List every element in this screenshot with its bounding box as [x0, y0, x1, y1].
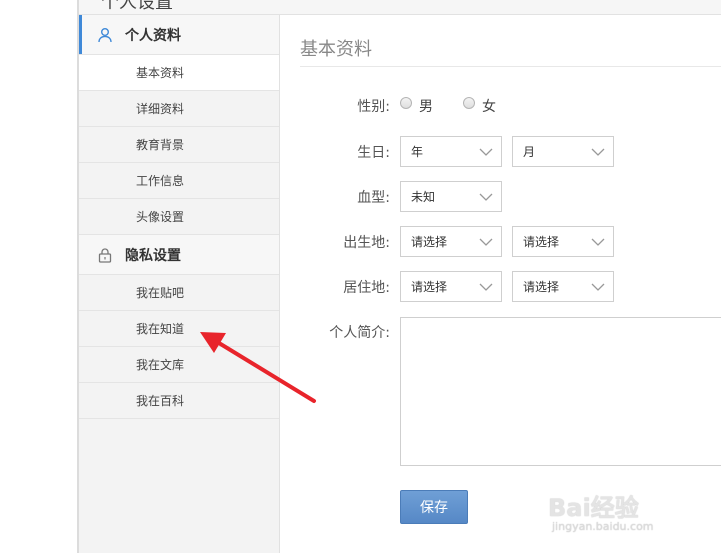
save-button[interactable]: 保存	[400, 490, 468, 524]
birthplace-label: 出生地:	[343, 235, 390, 251]
bio-textarea[interactable]	[400, 317, 721, 466]
sidebar-section-profile[interactable]: 个人资料	[79, 15, 279, 55]
select-value: 月	[523, 145, 536, 159]
select-value: 请选择	[523, 280, 560, 294]
chevron-down-icon	[479, 148, 493, 156]
sidebar-section-privacy[interactable]: 隐私设置	[79, 235, 279, 275]
page: 个人设置 个人资料 基本资料 详细资料 教育背景 工作信息 头像设置 隐私设置 …	[0, 0, 721, 553]
select-value: 请选择	[523, 235, 560, 249]
chevron-down-icon	[479, 238, 493, 246]
sidebar-item-education[interactable]: 教育背景	[79, 127, 279, 163]
sidebar: 个人资料 基本资料 详细资料 教育背景 工作信息 头像设置 隐私设置 我在贴吧 …	[79, 15, 280, 553]
birthday-month-select[interactable]: 月	[512, 136, 614, 167]
lock-icon	[97, 247, 113, 263]
chevron-down-icon	[591, 238, 605, 246]
top-strip: 个人设置	[79, 0, 721, 15]
gender-female-label: 女	[482, 99, 496, 115]
sidebar-item-baike[interactable]: 我在百科	[79, 383, 279, 419]
blood-type-select[interactable]: 未知	[400, 181, 502, 212]
sidebar-item-basic-info[interactable]: 基本资料	[79, 55, 279, 91]
chevron-down-icon	[479, 283, 493, 291]
residence-province-select[interactable]: 请选择	[400, 271, 502, 302]
select-value: 请选择	[411, 280, 448, 294]
select-value: 年	[411, 145, 424, 159]
sidebar-item-work[interactable]: 工作信息	[79, 163, 279, 199]
page-header-title: 个人设置	[101, 0, 173, 13]
title-divider	[300, 66, 721, 67]
watermark-url: jingyan.baidu.com	[552, 520, 654, 533]
watermark-brand: Bai经验	[548, 494, 639, 522]
sidebar-section-label: 隐私设置	[125, 247, 181, 264]
page-title: 基本资料	[300, 39, 372, 60]
main-content: 基本资料 性别: 男 女 生日: 年 月 血型: 未知 出生地: 请选择 请选择	[280, 15, 721, 553]
gender-male-label: 男	[419, 99, 433, 115]
residence-city-select[interactable]: 请选择	[512, 271, 614, 302]
bio-label: 个人简介:	[329, 325, 390, 341]
user-icon	[97, 27, 113, 43]
sidebar-item-zhidao[interactable]: 我在知道	[79, 311, 279, 347]
gender-female-radio[interactable]	[463, 97, 475, 109]
birthplace-city-select[interactable]: 请选择	[512, 226, 614, 257]
chevron-down-icon	[479, 193, 493, 201]
birthday-label: 生日:	[357, 145, 390, 161]
baidu-jingyan-watermark: Bai经验 jingyan.baidu.com	[548, 488, 688, 538]
select-value: 未知	[411, 190, 436, 204]
sidebar-item-tieba[interactable]: 我在贴吧	[79, 275, 279, 311]
select-value: 请选择	[411, 235, 448, 249]
sidebar-section-label: 个人资料	[125, 27, 181, 44]
sidebar-item-wenku[interactable]: 我在文库	[79, 347, 279, 383]
sidebar-item-avatar[interactable]: 头像设置	[79, 199, 279, 235]
chevron-down-icon	[591, 148, 605, 156]
gender-label: 性别:	[357, 99, 390, 115]
blood-type-label: 血型:	[357, 190, 390, 206]
residence-label: 居住地:	[343, 280, 390, 296]
chevron-down-icon	[591, 283, 605, 291]
birthplace-province-select[interactable]: 请选择	[400, 226, 502, 257]
gender-male-radio[interactable]	[400, 97, 412, 109]
sidebar-item-detail-info[interactable]: 详细资料	[79, 91, 279, 127]
birthday-year-select[interactable]: 年	[400, 136, 502, 167]
